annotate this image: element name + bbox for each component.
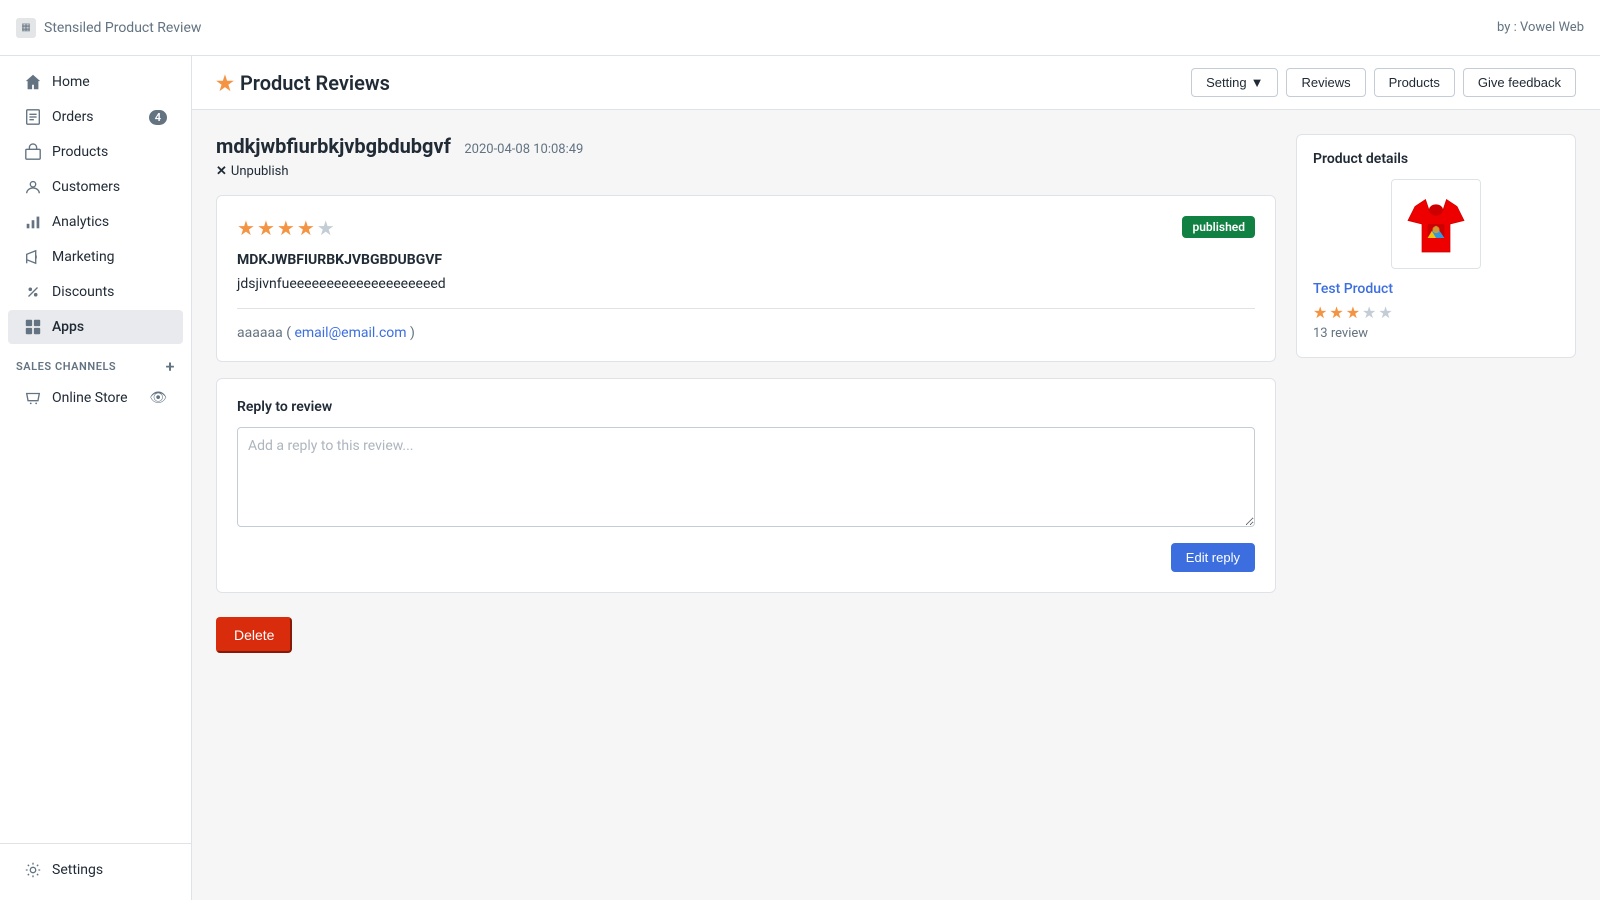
products-button[interactable]: Products [1374,68,1455,97]
review-author: aaaaaa ( email@email.com ) [237,325,1255,341]
review-author-email[interactable]: email@email.com [294,325,406,341]
edit-reply-button[interactable]: Edit reply [1171,543,1255,572]
sidebar-item-apps[interactable]: Apps [8,310,183,344]
give-feedback-button[interactable]: Give feedback [1463,68,1576,97]
orders-badge: 4 [149,110,167,125]
product-reviews-count: 13 review [1313,326,1559,341]
product-tshirt-svg [1401,189,1471,259]
reply-section-label: Reply to review [237,399,1255,415]
star-3: ★ [277,216,295,240]
review-header: ★ ★ ★ ★ ★ published [237,216,1255,240]
sidebar-item-products[interactable]: Products [8,135,183,169]
settings-icon [24,861,42,879]
product-star-2: ★ [1329,303,1343,322]
product-details-title: Product details [1313,151,1559,167]
title-star-icon: ★ [216,71,234,95]
content-area: mdkjwbfiurbkjvbgbdubgvf 2020-04-08 10:08… [192,110,1600,677]
product-name[interactable]: Test Product [1313,281,1559,297]
product-image-container [1313,179,1559,269]
sidebar-item-marketing-label: Marketing [52,249,115,265]
app-name: Stensiled Product Review [44,20,201,36]
customers-icon [24,178,42,196]
sidebar-item-customers-label: Customers [52,179,120,195]
reply-textarea[interactable] [237,427,1255,527]
product-stars: ★ ★ ★ ★ ★ [1313,303,1559,322]
sidebar-online-store-label: Online Store [52,390,128,406]
setting-button[interactable]: Setting ▼ [1191,68,1278,97]
discounts-icon [24,283,42,301]
sidebar-item-online-store[interactable]: Online Store 👁 [8,381,183,415]
review-title: mdkjwbfiurbkjvbgbdubgvf [216,134,451,158]
top-bar-byline: by : Vowel Web [1497,20,1584,35]
apps-icon [24,318,42,336]
reply-footer: Edit reply [237,543,1255,572]
app-icon: ▦ [16,18,36,38]
product-star-4: ★ [1362,303,1376,322]
page-title: ★ Product Reviews [216,71,390,95]
delete-section: Delete [216,617,1276,653]
review-title-section: mdkjwbfiurbkjvbgbdubgvf 2020-04-08 10:08… [216,134,1276,179]
marketing-icon [24,248,42,266]
sidebar-footer: Settings [0,843,191,900]
sidebar-item-orders[interactable]: Orders 4 [8,100,183,134]
star-1: ★ [237,216,255,240]
eye-icon[interactable]: 👁 [149,390,167,406]
home-icon [24,73,42,91]
sidebar-item-home-label: Home [52,74,90,90]
review-card: ★ ★ ★ ★ ★ published MDKJWBFIURBKJVBGBDUB… [216,195,1276,362]
product-star-1: ★ [1313,303,1327,322]
sidebar-item-customers[interactable]: Customers [8,170,183,204]
sidebar-item-products-label: Products [52,144,108,160]
delete-button[interactable]: Delete [216,617,292,653]
unpublish-link[interactable]: ✕ Unpublish [216,164,1276,179]
page-header: ★ Product Reviews Setting ▼ Reviews Prod… [192,56,1600,110]
sales-channels-label: SALES CHANNELS [16,360,116,373]
star-5: ★ [317,216,335,240]
add-sales-channel-icon[interactable]: + [166,357,175,376]
review-stars: ★ ★ ★ ★ ★ [237,216,335,240]
review-title-row: mdkjwbfiurbkjvbgbdubgvf 2020-04-08 10:08… [216,134,1276,158]
product-star-3: ★ [1346,303,1360,322]
review-text: jdsjivnfueeeeeeeeeeeeeeeeeeeed [237,276,1255,292]
published-badge: published [1182,216,1255,238]
sidebar-item-orders-label: Orders [52,109,94,125]
analytics-icon [24,213,42,231]
sidebar-item-analytics[interactable]: Analytics [8,205,183,239]
main-content: ★ Product Reviews Setting ▼ Reviews Prod… [192,56,1600,900]
review-divider [237,308,1255,309]
x-icon: ✕ [216,164,227,179]
star-4: ★ [297,216,315,240]
unpublish-label: Unpublish [231,164,289,179]
sidebar-item-marketing[interactable]: Marketing [8,240,183,274]
review-date: 2020-04-08 10:08:49 [464,142,583,157]
sidebar-nav: Home Orders 4 Products Customers [0,56,191,835]
sidebar-item-apps-label: Apps [52,319,84,335]
sidebar-item-home[interactable]: Home [8,65,183,99]
top-bar: ▦ Stensiled Product Review by : Vowel We… [0,0,1600,56]
sidebar: Home Orders 4 Products Customers [0,56,192,900]
orders-icon [24,108,42,126]
top-bar-left: ▦ Stensiled Product Review [16,18,201,38]
product-star-5: ★ [1378,303,1392,322]
reply-card: Reply to review Edit reply [216,378,1276,593]
sidebar-item-discounts-label: Discounts [52,284,114,300]
online-store-icon [24,389,42,407]
sidebar-item-analytics-label: Analytics [52,214,109,230]
review-username: MDKJWBFIURBKJVBGBDUBGVF [237,252,1255,268]
star-2: ★ [257,216,275,240]
page-title-text: Product Reviews [240,71,390,95]
products-icon [24,143,42,161]
page-header-actions: Setting ▼ Reviews Products Give feedback [1191,68,1576,97]
sidebar-item-settings[interactable]: Settings [8,853,183,887]
sidebar-section-sales-channels: SALES CHANNELS + [0,345,191,380]
content-main: mdkjwbfiurbkjvbgbdubgvf 2020-04-08 10:08… [216,134,1276,653]
sidebar-settings-label: Settings [52,862,103,878]
product-image [1391,179,1481,269]
product-details-card: Product details [1296,134,1576,358]
sidebar-item-discounts[interactable]: Discounts [8,275,183,309]
reviews-button[interactable]: Reviews [1286,68,1365,97]
